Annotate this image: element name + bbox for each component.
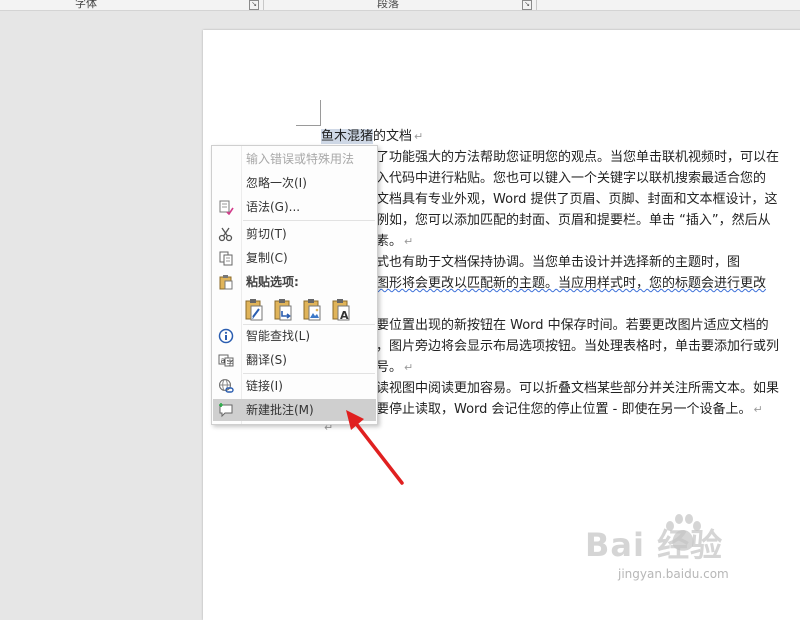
menu-item-label: 新建批注(M) xyxy=(246,403,314,417)
menu-item-label: 粘贴选项: xyxy=(246,275,299,289)
margin-corner-mark xyxy=(320,100,321,125)
paragraph-mark: ↵ xyxy=(404,361,414,374)
watermark-url: jingyan.baidu.com xyxy=(618,567,729,581)
document-text-line[interactable]: 号。 ↵ xyxy=(376,360,413,376)
line-text: 素。 xyxy=(376,234,403,249)
document-text-line[interactable]: 素。 ↵ xyxy=(376,234,413,250)
paste-keep-source-formatting-button[interactable] xyxy=(242,296,266,324)
menu-item-label: 忽略一次(I) xyxy=(246,176,307,190)
document-text-line[interactable]: 读视图中阅读更加容易。可以折叠文档某些部分并关注所需文本。如果 xyxy=(376,381,779,397)
annotation-arrow xyxy=(346,410,404,485)
info-icon xyxy=(217,328,235,344)
menu-item-paste-options-header: 粘贴选项: xyxy=(213,271,376,293)
menu-item-link[interactable]: 链接(I) xyxy=(213,375,376,397)
ribbon-group-font-label: 字体 xyxy=(75,0,97,10)
document-text-line[interactable]: 式也有助于文档保持协调。当您单击设计并选择新的主题时，图 xyxy=(376,255,740,271)
paragraph-mark: ↵ xyxy=(414,130,424,143)
paste-keep-text-only-button[interactable]: A xyxy=(329,296,353,324)
document-title-line[interactable]: 鱼木混猪的文档 ↵ xyxy=(321,129,423,145)
paste-picture-button[interactable] xyxy=(300,296,324,324)
paragraph-mark: ↵ xyxy=(404,235,414,248)
line-text: 入代码中进行粘贴。您也可以键入一个关键字以联机搜索最适合您的 xyxy=(376,171,767,186)
annotation-arrow-head xyxy=(346,410,364,430)
menu-separator xyxy=(243,220,375,221)
menu-item-copy[interactable]: 复制(C) xyxy=(213,247,376,269)
menu-item-label: 语法(G)... xyxy=(246,200,301,214)
ribbon-separator xyxy=(536,0,537,10)
menu-item-translate[interactable]: a字 翻译(S) xyxy=(213,349,376,371)
paw-icon xyxy=(666,514,701,551)
line-text: 要停止读取，Word 会记住您的停止位置 - 即使在另一个设备上。 xyxy=(376,402,752,417)
document-text-line[interactable]: 要停止读取，Word 会记住您的停止位置 - 即使在另一个设备上。 ↵ xyxy=(376,402,763,418)
margin-corner-mark xyxy=(296,125,321,126)
document-text-line[interactable]: 入代码中进行粘贴。您也可以键入一个关键字以联机搜索最适合您的 xyxy=(376,171,766,187)
title-rest: 的文档 xyxy=(373,129,413,144)
menu-item-label: 链接(I) xyxy=(246,379,283,393)
menu-item-smart-lookup[interactable]: 智能查找(L) xyxy=(213,325,376,347)
svg-text:字: 字 xyxy=(227,358,234,367)
document-text-line[interactable]: 了功能强大的方法帮助您证明您的观点。当您单击联机视频时，可以在 xyxy=(376,150,779,166)
clipboard-icon xyxy=(217,274,235,290)
context-menu: 输入错误或特殊用法 忽略一次(I) 语法(G)... 剪切(T) 复制(C) 粘… xyxy=(211,145,378,425)
link-icon xyxy=(217,378,235,394)
menu-item-label: 智能查找(L) xyxy=(246,329,311,343)
document-text-line[interactable]: 文档具有专业外观，Word 提供了页眉、页脚、封面和文本框设计，这 xyxy=(376,192,778,208)
new-comment-icon xyxy=(217,402,235,418)
document-text-line[interactable]: 要位置出现的新按钮在 Word 中保存时间。若要更改图片适应文档的 xyxy=(376,318,769,334)
document-text-line[interactable]: ，图片旁边将会显示布局选项按钮。当处理表格时，单击要添加行或列 xyxy=(376,339,779,355)
menu-item-grammar[interactable]: 语法(G)... xyxy=(213,196,376,218)
menu-item-cut[interactable]: 剪切(T) xyxy=(213,223,376,245)
copy-icon xyxy=(217,250,235,266)
ribbon-group-paragraph-label: 段落 xyxy=(377,0,399,10)
paragraph-mark: ↵ xyxy=(753,403,763,416)
menu-item-label: 复制(C) xyxy=(246,251,288,265)
menu-item-label: 翻译(S) xyxy=(246,353,287,367)
grammar-icon xyxy=(217,199,235,216)
menu-item-ignore-once[interactable]: 忽略一次(I) xyxy=(213,172,376,194)
ribbon-group-labels: 字体 ↘ 段落 ↘ xyxy=(0,0,800,11)
selected-word[interactable]: 鱼木混猪 xyxy=(321,129,374,144)
line-text: 号。 xyxy=(376,360,403,375)
document-text-line[interactable]: 例如，您可以添加匹配的封面、页眉和提要栏。单击 “插入”，然后从 xyxy=(376,213,771,229)
menu-item-label: 输入错误或特殊用法 xyxy=(246,152,355,166)
svg-text:A: A xyxy=(340,309,349,322)
scissors-icon xyxy=(217,226,235,242)
line-text: 图形将会更改以匹配新的主题。当应用样式时，您的标题会进行更改 xyxy=(376,276,767,291)
paste-merge-formatting-button[interactable] xyxy=(271,296,295,324)
menu-item-spelling-hint: 输入错误或特殊用法 xyxy=(213,148,376,170)
document-text-line[interactable]: 图形将会更改以匹配新的主题。当应用样式时，您的标题会进行更改 xyxy=(376,276,766,292)
font-dialog-launcher-icon[interactable]: ↘ xyxy=(249,0,259,10)
annotation-arrow-shaft xyxy=(352,419,404,485)
menu-separator xyxy=(243,373,375,374)
ribbon-separator xyxy=(263,0,264,10)
translate-icon: a字 xyxy=(217,352,235,368)
menu-item-label: 剪切(T) xyxy=(246,227,287,241)
paragraph-dialog-launcher-icon[interactable]: ↘ xyxy=(522,0,532,10)
